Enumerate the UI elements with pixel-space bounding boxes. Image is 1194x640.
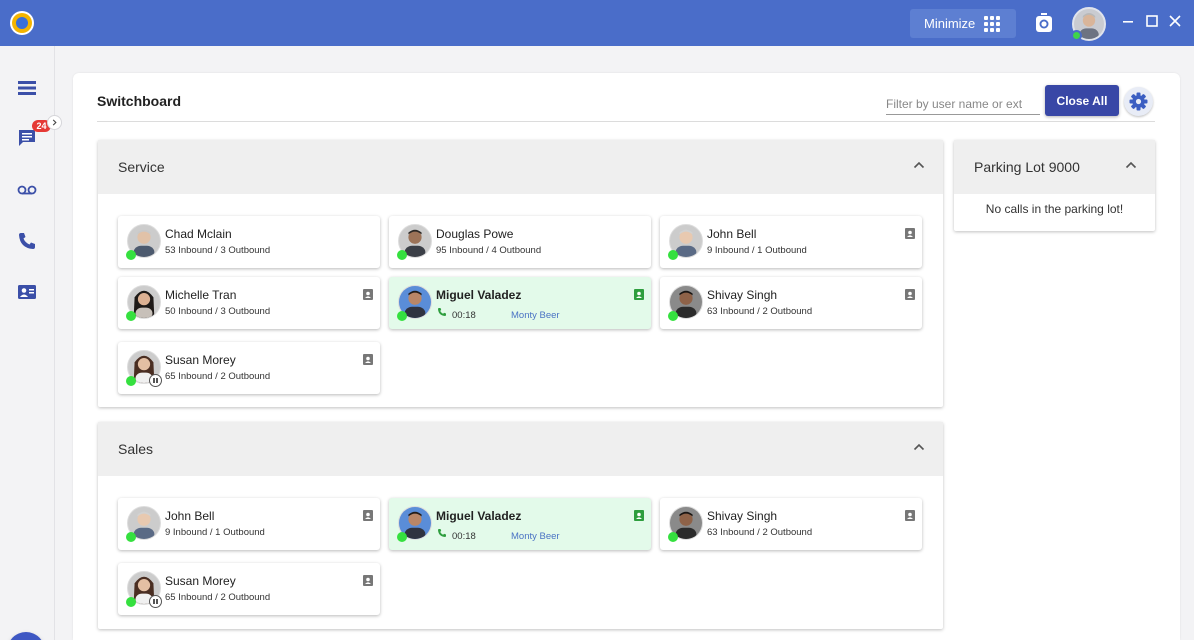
parking-lot-title: Parking Lot 9000 [974,159,1080,175]
active-call-phone-icon [438,308,446,316]
contact-book-icon[interactable] [363,510,373,521]
agent-card[interactable]: Chad Mclain 53 Inbound / 3 Outbound [118,216,380,268]
chevron-up-icon[interactable] [913,161,925,169]
contact-book-icon[interactable] [363,575,373,586]
group-title: Sales [118,441,154,457]
agent-call-stats: 9 Inbound / 1 Outbound [165,527,265,538]
caller-name[interactable]: Monty Beer [511,531,560,542]
chevron-up-icon[interactable] [913,443,925,451]
group-sales: Sales John Bell 9 Inbound / 1 Outbound M… [98,422,943,629]
agent-card[interactable]: Susan Morey 65 Inbound / 2 Outbound [118,342,380,394]
close-all-button[interactable]: Close All [1045,85,1119,116]
group-title: Service [118,159,165,175]
agent-card[interactable]: Shivay Singh 63 Inbound / 2 Outbound [660,277,922,329]
contact-book-icon[interactable] [905,510,915,521]
status-available-indicator [397,250,407,260]
parking-lot-header[interactable]: Parking Lot 9000 [954,140,1155,194]
agent-name: Michelle Tran [165,288,237,302]
parking-lot-empty-message: No calls in the parking lot! [985,202,1124,216]
minimize-label: Minimize [924,16,976,31]
title-bar: Minimize [0,0,1194,46]
agent-name: Susan Morey [165,353,236,367]
agent-card-on-call[interactable]: Miguel Valadez 00:18 Monty Beer [389,277,651,329]
agent-name: John Bell [707,227,757,241]
agent-call-stats: 50 Inbound / 3 Outbound [165,306,271,317]
contact-book-icon[interactable] [634,510,644,521]
agent-name: Shivay Singh [707,509,778,523]
chevron-up-icon[interactable] [1125,161,1137,169]
agent-card[interactable]: Susan Morey 65 Inbound / 2 Outbound [118,563,380,615]
status-available-indicator [126,532,136,542]
status-available-indicator [397,532,407,542]
call-duration: 00:18 [452,531,476,542]
agent-name: Douglas Powe [436,227,514,241]
gear-icon [1129,92,1148,111]
window-maximize-icon[interactable] [1145,13,1159,29]
active-call-phone-icon [438,529,446,537]
page-title: Switchboard [97,93,182,109]
agent-card[interactable]: John Bell 9 Inbound / 1 Outbound [118,498,380,550]
phone-icon[interactable] [17,231,37,251]
left-navigation-rail: 24 [0,46,62,640]
title-divider [97,121,1155,122]
agent-name: Miguel Valadez [436,288,522,302]
chevron-right-icon [52,119,57,126]
contact-book-icon[interactable] [905,289,915,300]
agent-name: Miguel Valadez [436,509,522,523]
expand-rail-button[interactable] [47,115,62,130]
minimize-button[interactable]: Minimize [910,9,1016,38]
status-available-indicator [668,311,678,321]
agent-call-stats: 95 Inbound / 4 Outbound [436,245,542,256]
status-available-indicator [126,250,136,260]
status-available-indicator [126,376,136,386]
menu-icon[interactable] [17,78,37,98]
dialpad-icon [984,14,1000,33]
settings-button[interactable] [1124,87,1153,116]
status-available-indicator [397,311,407,321]
agent-call-stats: 63 Inbound / 2 Outbound [707,306,813,317]
app-logo-icon [10,11,34,35]
agent-name: Susan Morey [165,574,236,588]
agent-name: Chad Mclain [165,227,232,241]
parking-lot-panel: Parking Lot 9000 No calls in the parking… [954,140,1155,231]
agent-call-stats: 65 Inbound / 2 Outbound [165,371,271,382]
status-available-indicator [668,250,678,260]
window-close-icon[interactable] [1168,13,1182,29]
status-available-indicator [126,597,136,607]
agent-call-stats: 65 Inbound / 2 Outbound [165,592,271,603]
agent-name: Shivay Singh [707,288,778,302]
timer-icon[interactable] [1035,13,1053,33]
contact-book-icon[interactable] [363,354,373,365]
contact-book-icon[interactable] [634,289,644,300]
agent-call-stats: 9 Inbound / 1 Outbound [707,245,807,256]
contact-book-icon[interactable] [363,289,373,300]
contact-book-icon[interactable] [905,228,915,239]
window-minimize-icon[interactable] [1121,13,1135,29]
agent-card[interactable]: Michelle Tran 50 Inbound / 3 Outbound [118,277,380,329]
status-available-indicator [668,532,678,542]
caller-name[interactable]: Monty Beer [511,310,560,321]
agent-call-stats: 63 Inbound / 2 Outbound [707,527,813,538]
pause-icon [149,595,162,608]
agent-card[interactable]: Shivay Singh 63 Inbound / 2 Outbound [660,498,922,550]
agent-call-stats: 53 Inbound / 3 Outbound [165,245,271,256]
group-header[interactable]: Sales [98,422,943,476]
agent-card[interactable]: Douglas Powe 95 Inbound / 4 Outbound [389,216,651,268]
contact-card-icon[interactable] [17,282,37,302]
call-transfer-fab[interactable] [7,632,45,640]
agent-card[interactable]: John Bell 9 Inbound / 1 Outbound [660,216,922,268]
user-status-indicator [1071,30,1082,41]
filter-users-input[interactable] [886,93,1040,115]
phone-transfer-icon [7,632,45,640]
voicemail-icon[interactable] [17,180,37,200]
group-service: Service Chad Mclain 53 Inbound / 3 Outbo… [98,140,943,407]
agent-name: John Bell [165,509,215,523]
status-available-indicator [126,311,136,321]
call-duration: 00:18 [452,310,476,321]
pause-icon [149,374,162,387]
agent-card-on-call[interactable]: Miguel Valadez 00:18 Monty Beer [389,498,651,550]
group-header[interactable]: Service [98,140,943,194]
